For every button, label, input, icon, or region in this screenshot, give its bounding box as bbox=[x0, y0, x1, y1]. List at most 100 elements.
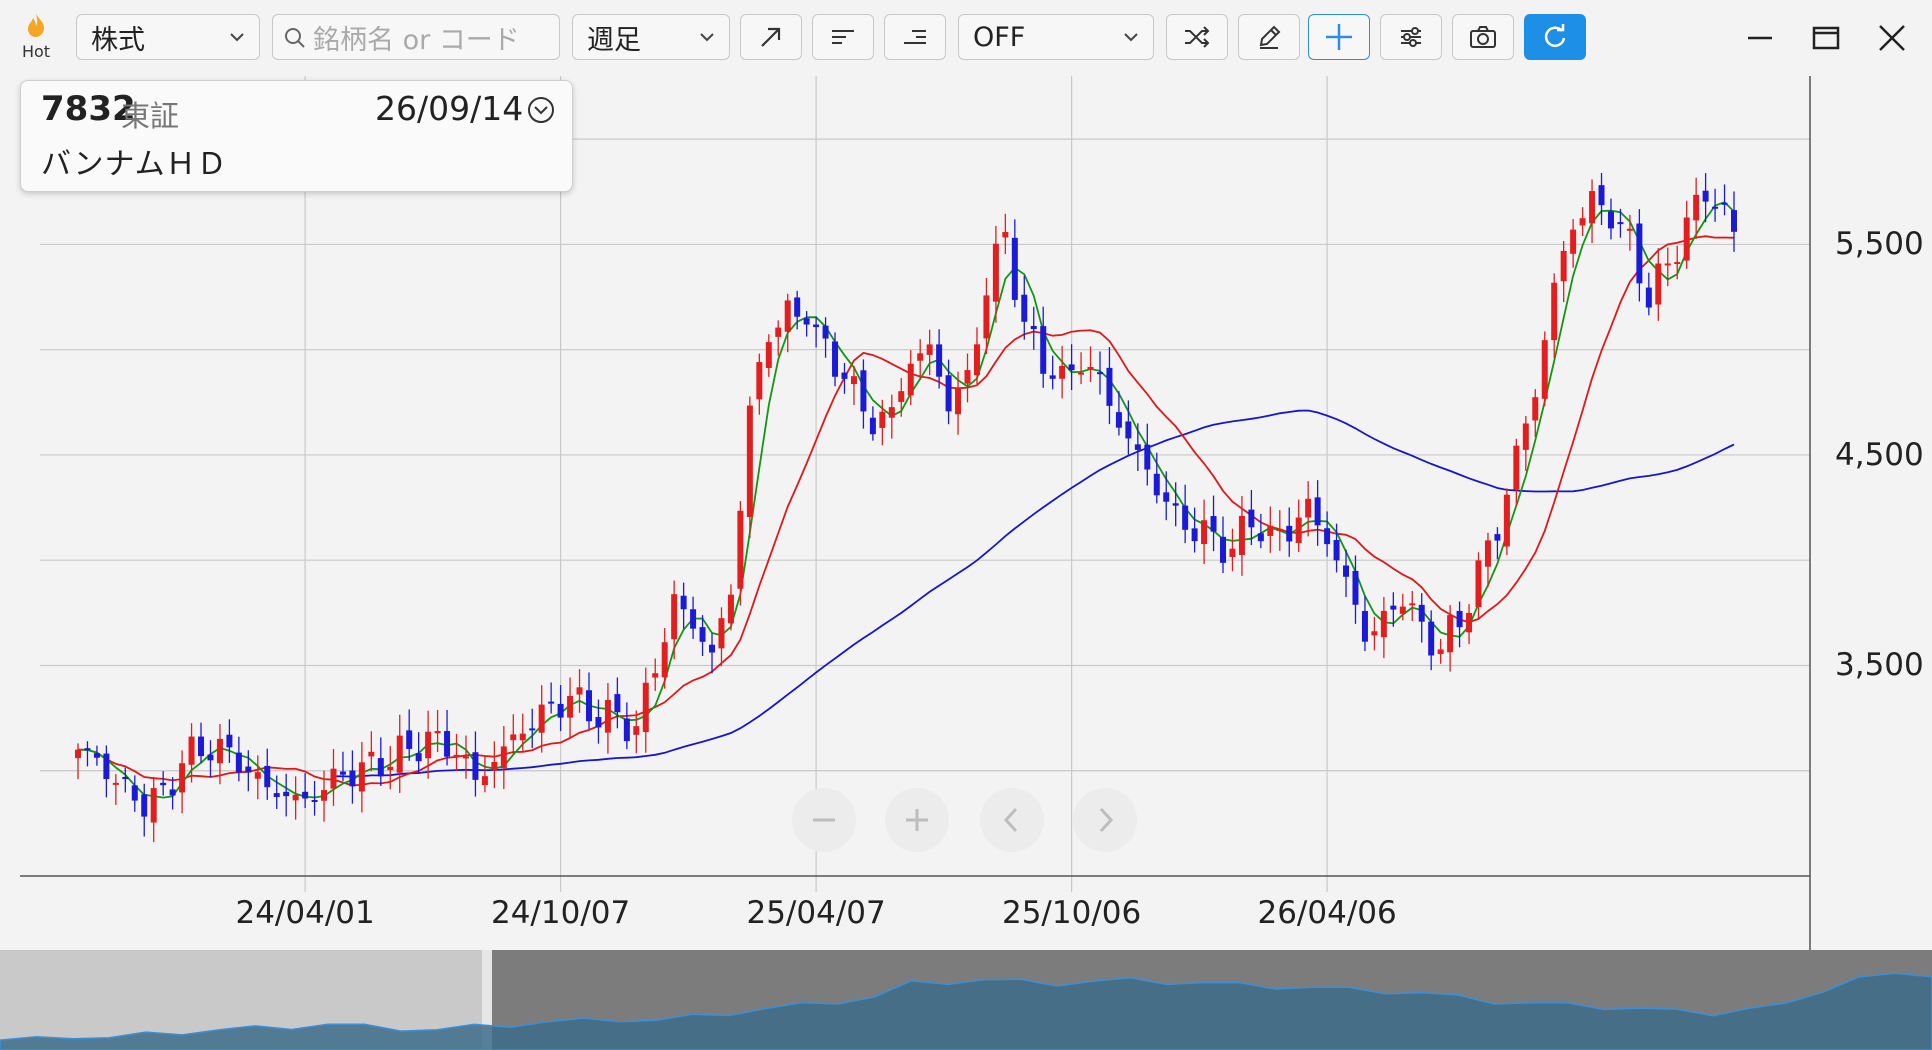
candle bbox=[453, 733, 460, 771]
candle bbox=[1456, 601, 1463, 648]
candle bbox=[406, 709, 413, 761]
candle bbox=[548, 682, 555, 714]
candle bbox=[841, 362, 848, 394]
candle bbox=[254, 755, 261, 800]
candle bbox=[425, 710, 432, 779]
candle bbox=[150, 776, 157, 843]
candle bbox=[292, 776, 299, 820]
candle bbox=[1437, 638, 1444, 664]
candle bbox=[1068, 344, 1075, 391]
candle bbox=[1295, 499, 1302, 552]
candle bbox=[803, 311, 810, 337]
candle bbox=[529, 708, 536, 749]
candlestick-series bbox=[75, 172, 1737, 843]
candle bbox=[1059, 345, 1066, 399]
candle bbox=[1513, 438, 1520, 506]
x-tick-label: 24/10/07 bbox=[490, 895, 631, 931]
candle bbox=[311, 780, 318, 816]
candle bbox=[1229, 528, 1236, 572]
candle bbox=[481, 755, 488, 793]
candle bbox=[131, 775, 138, 812]
candle bbox=[1267, 506, 1274, 553]
stock-info-card[interactable]: 7832 東証 26/09/14 バンナムＨＤ bbox=[20, 80, 573, 192]
x-tick-label: 25/04/07 bbox=[746, 895, 886, 931]
candle bbox=[349, 750, 356, 804]
candle bbox=[1087, 346, 1094, 383]
candle bbox=[585, 672, 592, 730]
candle bbox=[822, 317, 829, 358]
candle bbox=[160, 771, 167, 796]
candle bbox=[1466, 604, 1473, 645]
candle bbox=[1163, 471, 1170, 521]
candle bbox=[727, 584, 734, 631]
candle bbox=[557, 685, 564, 732]
zoom-in-button[interactable] bbox=[885, 788, 949, 852]
exchange-label: 東証 bbox=[121, 99, 180, 133]
candle bbox=[283, 773, 290, 817]
candle bbox=[1144, 423, 1151, 486]
candle bbox=[472, 731, 479, 797]
candle bbox=[1655, 248, 1662, 321]
candle bbox=[330, 749, 337, 806]
candle bbox=[614, 677, 621, 729]
candle bbox=[709, 633, 716, 674]
candle bbox=[567, 677, 574, 739]
card-date: 26/09/14 bbox=[375, 89, 524, 128]
candle bbox=[264, 748, 271, 800]
zoom-out-button[interactable] bbox=[792, 788, 856, 852]
candle bbox=[1049, 355, 1056, 390]
candle bbox=[1551, 273, 1558, 359]
candle bbox=[661, 628, 668, 689]
candle bbox=[1541, 331, 1548, 407]
candle bbox=[1040, 306, 1047, 388]
candle bbox=[576, 669, 583, 713]
candle bbox=[1314, 480, 1321, 546]
scroll-right-button[interactable] bbox=[1073, 788, 1137, 852]
candle bbox=[832, 332, 839, 387]
candle bbox=[765, 334, 772, 377]
candle bbox=[595, 699, 602, 744]
candle bbox=[207, 740, 214, 778]
candle bbox=[642, 667, 649, 753]
candle bbox=[1021, 275, 1028, 340]
range-navigator[interactable] bbox=[0, 950, 1932, 1050]
candle bbox=[1664, 247, 1671, 287]
chevron-down-circle-icon[interactable] bbox=[526, 95, 556, 125]
candle bbox=[1560, 240, 1567, 303]
y-tick-label: 5,500 bbox=[1835, 226, 1924, 263]
candle bbox=[1418, 593, 1425, 643]
candle bbox=[671, 580, 678, 660]
candle bbox=[302, 773, 309, 809]
candle bbox=[93, 745, 100, 766]
candle bbox=[122, 767, 129, 793]
candle bbox=[1305, 481, 1312, 537]
candle bbox=[718, 607, 725, 667]
candle bbox=[737, 501, 744, 606]
candle bbox=[1570, 219, 1577, 268]
ma-mid-line bbox=[77, 235, 1735, 787]
candle bbox=[1106, 347, 1113, 425]
candle bbox=[434, 709, 441, 753]
candle bbox=[75, 743, 81, 780]
ma-short-line bbox=[77, 201, 1735, 799]
scroll-left-button[interactable] bbox=[980, 788, 1044, 852]
candle bbox=[1683, 200, 1690, 269]
candle bbox=[652, 658, 659, 691]
candle bbox=[462, 735, 469, 779]
candle bbox=[973, 327, 980, 384]
candle bbox=[396, 714, 403, 793]
candle bbox=[1589, 179, 1596, 244]
candle bbox=[235, 736, 242, 782]
candle bbox=[169, 777, 176, 810]
candle bbox=[604, 682, 611, 754]
candle bbox=[1286, 507, 1293, 557]
candle bbox=[103, 745, 110, 798]
candle bbox=[377, 737, 384, 786]
candle bbox=[1134, 423, 1141, 471]
candle bbox=[756, 353, 763, 415]
candle bbox=[1002, 213, 1009, 255]
candle bbox=[784, 293, 791, 353]
candle bbox=[775, 320, 782, 356]
candle bbox=[1598, 172, 1605, 226]
candle bbox=[1371, 616, 1378, 651]
